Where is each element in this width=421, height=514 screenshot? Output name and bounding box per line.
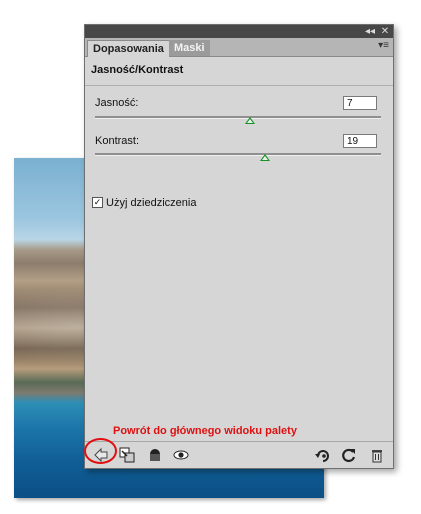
brightness-field[interactable]: 7 <box>343 96 377 110</box>
legacy-checkbox-label: Użyj dziedziczenia <box>106 197 197 209</box>
panel-bottom-toolbar <box>85 441 393 468</box>
view-previous-icon[interactable] <box>315 447 331 463</box>
close-icon[interactable]: ✕ <box>378 25 392 38</box>
contrast-label: Kontrast: <box>95 135 140 147</box>
panel-tabs: Dopasowania Maski ▾≡ <box>85 38 393 57</box>
contrast-slider-handle[interactable] <box>260 154 270 161</box>
tab-maski[interactable]: Maski <box>169 40 210 56</box>
brightness-slider[interactable] <box>95 116 381 119</box>
adjustments-panel: ◂◂ ✕ Dopasowania Maski ▾≡ Jasność/Kontra… <box>84 24 394 469</box>
eye-icon[interactable] <box>173 447 189 463</box>
brightness-slider-handle[interactable] <box>245 117 255 124</box>
reset-icon[interactable] <box>341 447 357 463</box>
panel-menu-icon[interactable]: ▾≡ <box>378 40 389 51</box>
tab-dopasowania[interactable]: Dopasowania <box>87 40 170 57</box>
trash-icon[interactable] <box>369 447 385 463</box>
brightness-label: Jasność: <box>95 97 139 109</box>
layer-mask-icon[interactable] <box>147 447 163 463</box>
clip-to-layer-icon[interactable] <box>119 447 135 463</box>
divider <box>85 85 393 86</box>
panel-titlebar[interactable]: ◂◂ ✕ <box>85 25 393 38</box>
adjustment-title: Jasność/Kontrast <box>91 64 184 76</box>
contrast-slider[interactable] <box>95 153 381 156</box>
contrast-field[interactable]: 19 <box>343 134 377 148</box>
double-chevron-icon[interactable]: ◂◂ <box>363 25 377 38</box>
legacy-checkbox[interactable]: ✓ <box>92 197 103 208</box>
annotation-circle <box>84 438 117 464</box>
annotation-label: Powrót do głównego widoku palety <box>113 425 297 437</box>
